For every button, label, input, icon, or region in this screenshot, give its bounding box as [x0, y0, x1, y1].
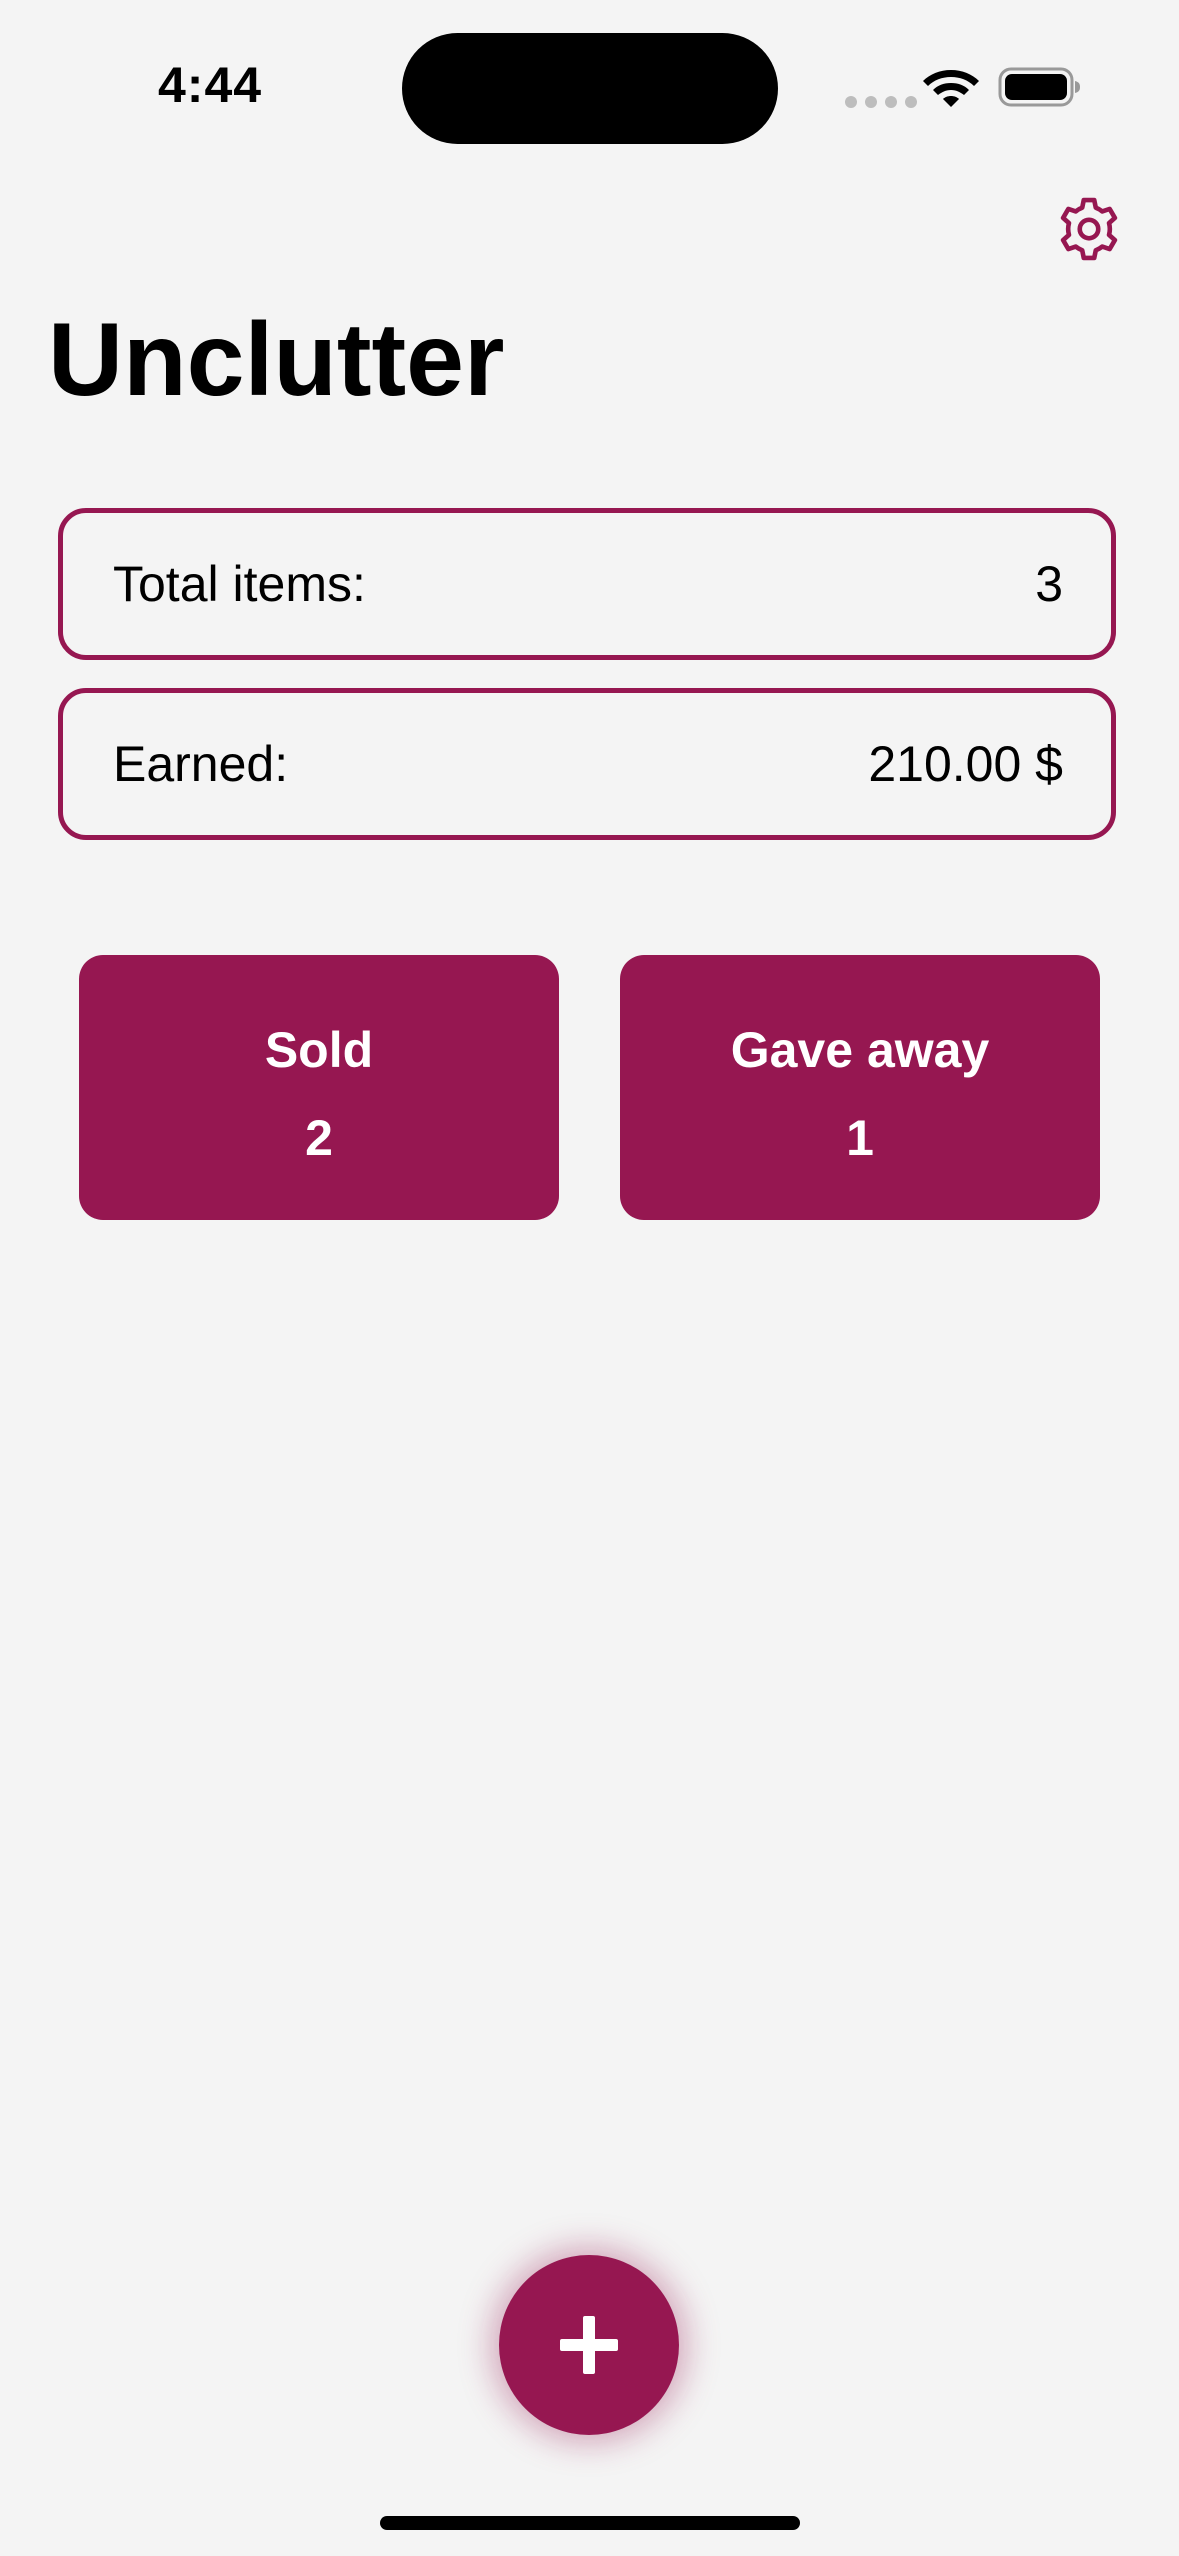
- total-items-value: 3: [1035, 556, 1063, 612]
- add-item-button[interactable]: [499, 2255, 679, 2435]
- page-title: Unclutter: [48, 302, 505, 418]
- earned-card: Earned: 210.00 $: [58, 688, 1116, 840]
- dynamic-island: [402, 33, 778, 144]
- total-items-card: Total items: 3: [58, 508, 1116, 660]
- status-time: 4:44: [158, 57, 263, 113]
- wifi-icon: [923, 70, 979, 107]
- cellular-signal-icon: [845, 96, 917, 108]
- sold-label: Sold: [264, 1021, 374, 1078]
- gave-away-tile[interactable]: Gave away 1: [620, 955, 1100, 1220]
- earned-label: Earned:: [113, 736, 289, 792]
- home-indicator[interactable]: [380, 2516, 800, 2530]
- battery-icon: [998, 67, 1080, 107]
- gave-away-count: 1: [846, 1109, 874, 1166]
- earned-value: 210.00 $: [868, 736, 1063, 792]
- sold-count: 2: [305, 1109, 333, 1166]
- gear-icon[interactable]: [1052, 192, 1126, 266]
- sold-tile[interactable]: Sold 2: [79, 955, 559, 1220]
- plus-icon: [560, 2316, 618, 2374]
- gave-away-label: Gave away: [730, 1021, 990, 1078]
- total-items-label: Total items:: [113, 556, 366, 612]
